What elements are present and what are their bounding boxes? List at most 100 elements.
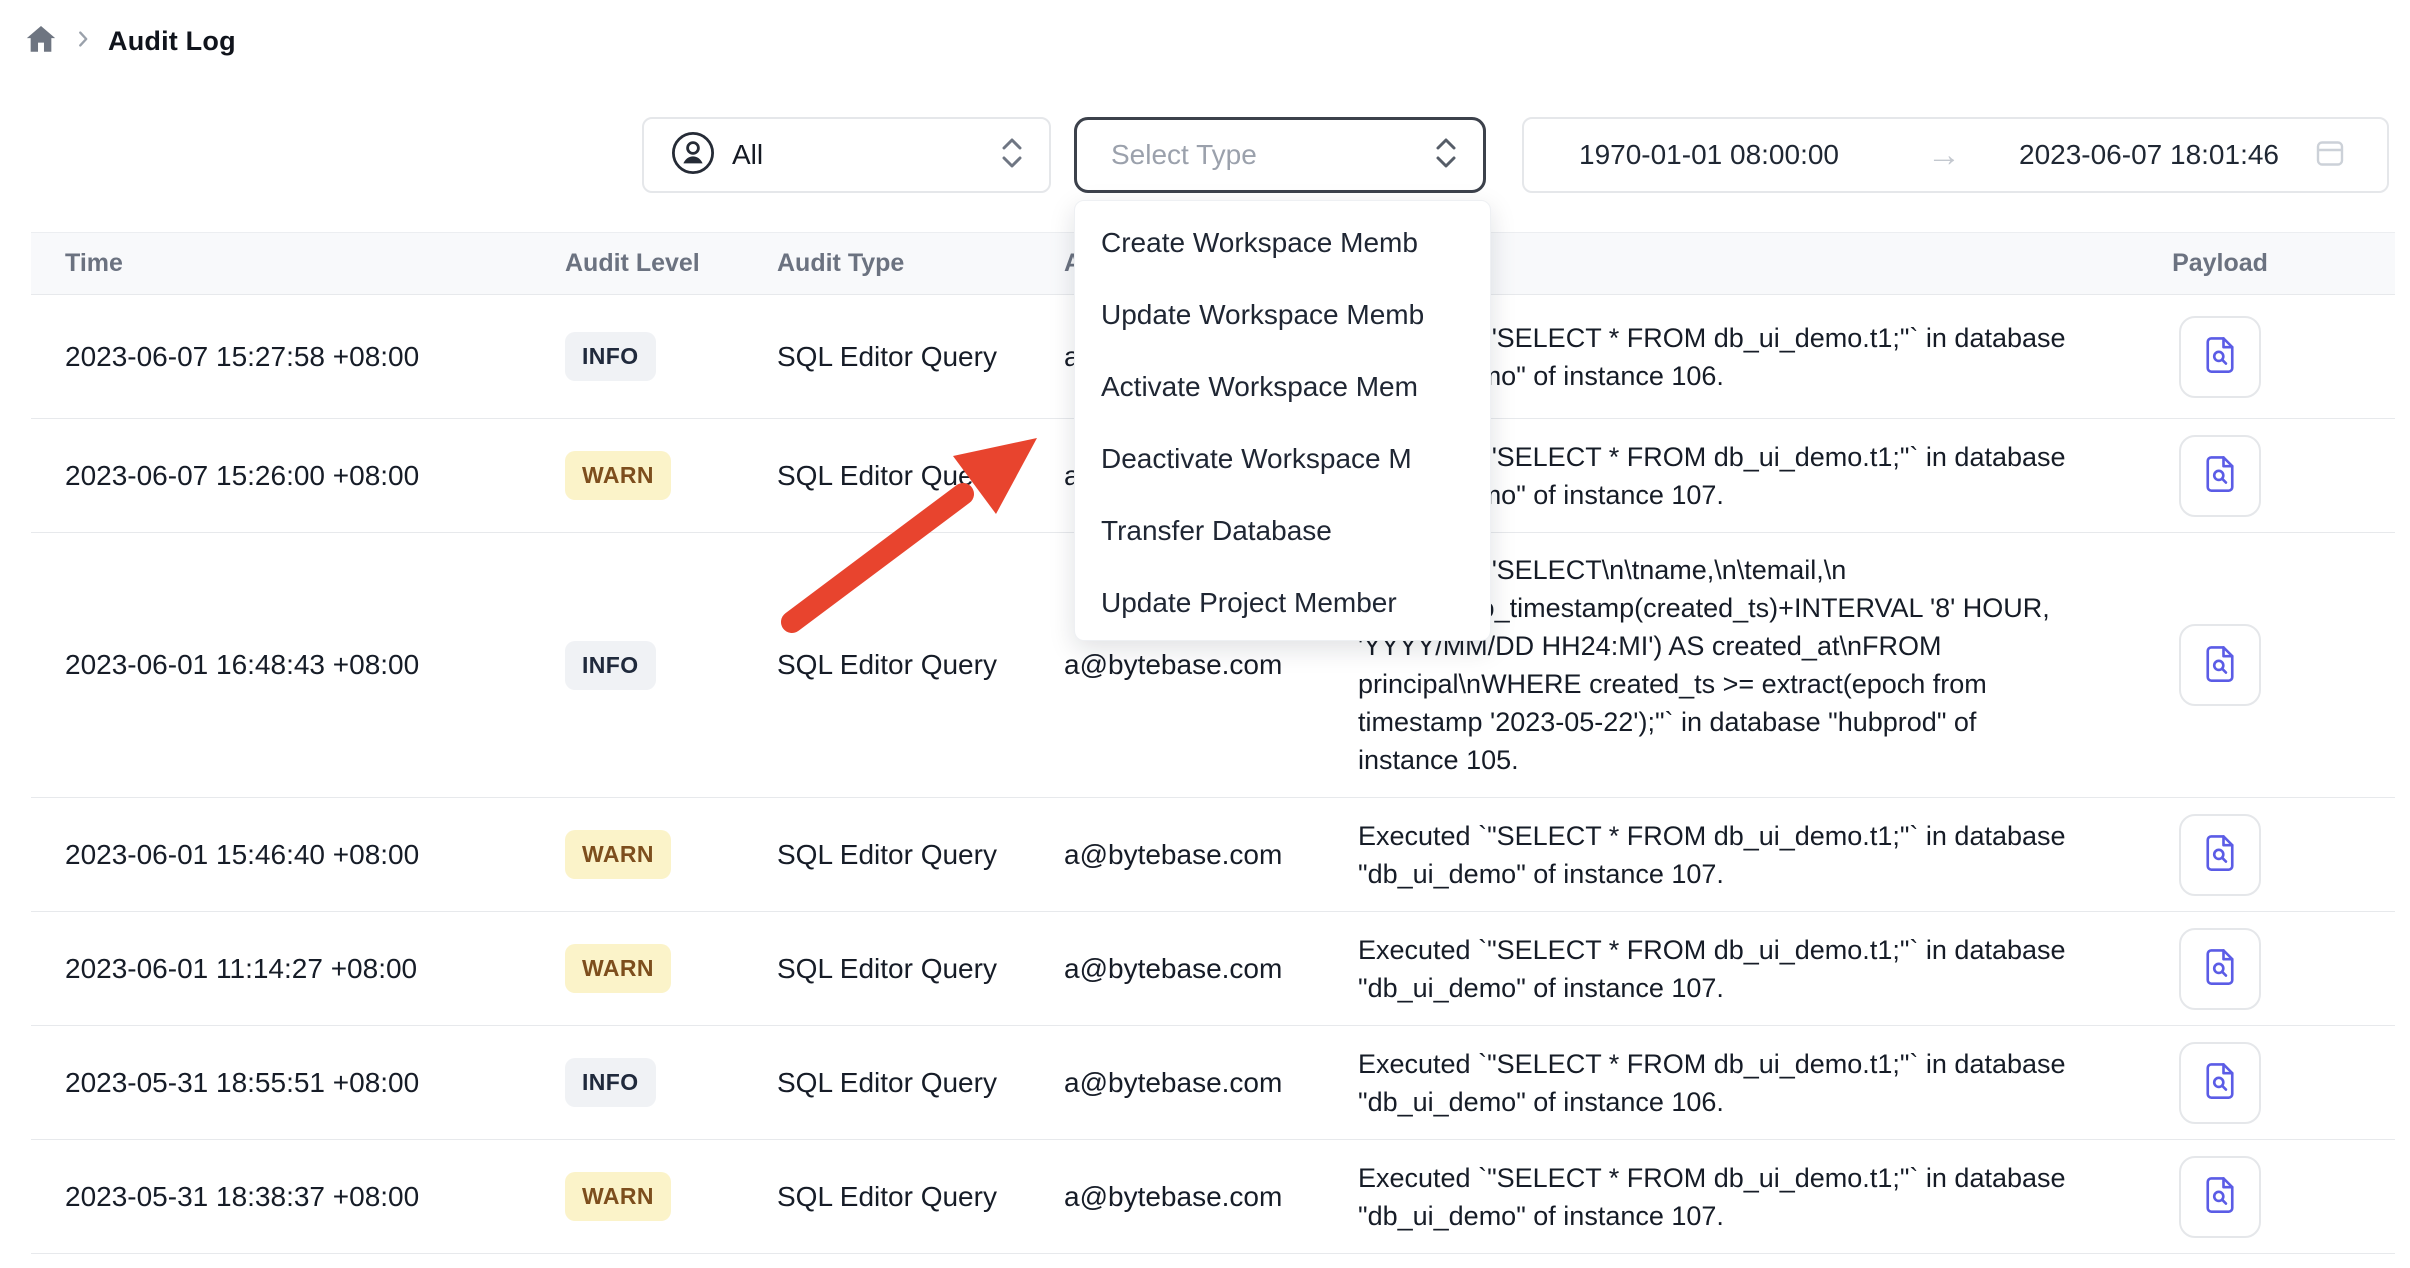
table-row: 2023-05-31 18:55:51 +08:00 INFO SQL Edit… [31, 1026, 2395, 1140]
comment-line: "db_ui_demo" of instance 107. [1358, 969, 2130, 1007]
row-time: 2023-06-07 15:26:00 +08:00 [31, 460, 565, 492]
row-payload-cell [2130, 928, 2310, 1010]
comment-line: Executed `"SELECT * FROM db_ui_demo.t1;"… [1358, 1159, 2130, 1197]
row-time: 2023-06-01 16:48:43 +08:00 [31, 649, 565, 681]
row-level-cell: WARN [565, 451, 777, 500]
row-payload-cell [2130, 1042, 2310, 1124]
row-actor: a@bytebase.com [1064, 839, 1358, 871]
row-level-cell: WARN [565, 1172, 777, 1221]
row-comment: Executed `"SELECT * FROM db_ui_demo.t1;"… [1358, 913, 2130, 1025]
arrow-right-icon: → [1927, 138, 1961, 172]
date-range-picker[interactable]: 1970-01-01 08:00:00 → 2023-06-07 18:01:4… [1522, 117, 2389, 193]
column-header-time: Time [31, 249, 565, 278]
comment-line: "db_ui_demo" of instance 107. [1358, 855, 2130, 893]
view-payload-button[interactable] [2179, 1156, 2261, 1238]
row-time: 2023-05-31 18:38:37 +08:00 [31, 1181, 565, 1213]
table-row: 2023-06-01 15:46:40 +08:00 WARN SQL Edit… [31, 798, 2395, 912]
dropdown-item[interactable]: Transfer Database [1075, 495, 1490, 567]
row-audit-type: SQL Editor Query [777, 1181, 1064, 1213]
row-audit-type: SQL Editor Query [777, 953, 1064, 985]
page-title: Audit Log [108, 26, 236, 57]
row-payload-cell [2130, 1156, 2310, 1238]
breadcrumb: Audit Log [24, 22, 236, 61]
row-comment: Executed `"SELECT * FROM db_ui_demo.t1;"… [1358, 799, 2130, 911]
date-range-end[interactable]: 2023-06-07 18:01:46 [2019, 139, 2279, 171]
row-payload-cell [2130, 814, 2310, 896]
file-search-icon [2199, 832, 2241, 877]
column-header-type: Audit Type [777, 249, 1064, 278]
row-actor: a@bytebase.com [1064, 1067, 1358, 1099]
comment-line: "db_ui_demo" of instance 106. [1358, 1083, 2130, 1121]
table-row: 2023-05-31 18:38:37 +08:00 WARN SQL Edit… [31, 1140, 2395, 1254]
file-search-icon [2199, 643, 2241, 688]
dropdown-item[interactable]: Update Workspace Memb [1075, 279, 1490, 351]
file-search-icon [2199, 334, 2241, 379]
row-level-cell: WARN [565, 830, 777, 879]
view-payload-button[interactable] [2179, 814, 2261, 896]
home-icon[interactable] [24, 22, 58, 61]
audit-level-badge: INFO [565, 1058, 656, 1107]
row-level-cell: WARN [565, 944, 777, 993]
audit-level-badge: WARN [565, 944, 671, 993]
type-filter-select[interactable]: Select Type [1074, 117, 1486, 193]
column-header-payload: Payload [2130, 249, 2310, 278]
view-payload-button[interactable] [2179, 928, 2261, 1010]
audit-level-badge: WARN [565, 451, 671, 500]
comment-line: principal\nWHERE created_ts >= extract(e… [1358, 665, 2130, 703]
actor-filter-select[interactable]: All [642, 117, 1051, 193]
view-payload-button[interactable] [2179, 624, 2261, 706]
file-search-icon [2199, 453, 2241, 498]
row-payload-cell [2130, 624, 2310, 706]
comment-line: Executed `"SELECT * FROM db_ui_demo.t1;"… [1358, 931, 2130, 969]
dropdown-item[interactable]: Deactivate Workspace M [1075, 423, 1490, 495]
audit-level-badge: WARN [565, 1172, 671, 1221]
view-payload-button[interactable] [2179, 1042, 2261, 1124]
audit-level-badge: WARN [565, 830, 671, 879]
type-select-dropdown: Create Workspace MembUpdate Workspace Me… [1074, 200, 1491, 641]
filter-bar: All Select Type 1970-01-01 08:00:00 → 20… [0, 117, 2410, 193]
row-level-cell: INFO [565, 1058, 777, 1107]
view-payload-button[interactable] [2179, 435, 2261, 517]
file-search-icon [2199, 946, 2241, 991]
red-arrow-annotation [755, 408, 1055, 658]
row-time: 2023-06-07 15:27:58 +08:00 [31, 341, 565, 373]
row-actor: a@bytebase.com [1064, 953, 1358, 985]
row-audit-type: SQL Editor Query [777, 839, 1064, 871]
row-comment: Executed `"SELECT * FROM db_ui_demo.t1;"… [1358, 1027, 2130, 1139]
comment-line: instance 105. [1358, 741, 2130, 779]
row-payload-cell [2130, 316, 2310, 398]
dropdown-item[interactable]: Update Project Member [1075, 567, 1490, 639]
person-circle-icon [670, 130, 716, 181]
row-actor: a@bytebase.com [1064, 649, 1358, 681]
file-search-icon [2199, 1060, 2241, 1105]
type-filter-placeholder: Select Type [1111, 139, 1257, 171]
view-payload-button[interactable] [2179, 316, 2261, 398]
row-time: 2023-05-31 18:55:51 +08:00 [31, 1067, 565, 1099]
comment-line: Executed `"SELECT * FROM db_ui_demo.t1;"… [1358, 1045, 2130, 1083]
dropdown-item[interactable]: Activate Workspace Mem [1075, 351, 1490, 423]
actor-filter-value: All [732, 139, 763, 171]
row-comment: Executed `"SELECT * FROM db_ui_demo.t1;"… [1358, 1141, 2130, 1253]
row-actor: a@bytebase.com [1064, 1181, 1358, 1213]
calendar-icon [2313, 136, 2347, 175]
column-header-level: Audit Level [565, 249, 777, 278]
row-payload-cell [2130, 435, 2310, 517]
file-search-icon [2199, 1174, 2241, 1219]
row-time: 2023-06-01 15:46:40 +08:00 [31, 839, 565, 871]
chevron-right-icon [72, 28, 94, 55]
date-range-start[interactable]: 1970-01-01 08:00:00 [1579, 139, 1839, 171]
dropdown-item[interactable]: Create Workspace Memb [1075, 207, 1490, 279]
row-level-cell: INFO [565, 332, 777, 381]
audit-level-badge: INFO [565, 641, 656, 690]
table-row-partial [31, 1254, 2395, 1268]
comment-line: "db_ui_demo" of instance 107. [1358, 1197, 2130, 1235]
comment-line: timestamp '2023-05-22');"` in database "… [1358, 703, 2130, 741]
row-audit-type: SQL Editor Query [777, 1067, 1064, 1099]
row-audit-type: SQL Editor Query [777, 341, 1064, 373]
table-row: 2023-06-01 11:14:27 +08:00 WARN SQL Edit… [31, 912, 2395, 1026]
row-time: 2023-06-01 11:14:27 +08:00 [31, 953, 565, 985]
audit-level-badge: INFO [565, 332, 656, 381]
row-level-cell: INFO [565, 641, 777, 690]
up-down-chevrons-icon [1431, 135, 1461, 176]
comment-line: Executed `"SELECT * FROM db_ui_demo.t1;"… [1358, 817, 2130, 855]
